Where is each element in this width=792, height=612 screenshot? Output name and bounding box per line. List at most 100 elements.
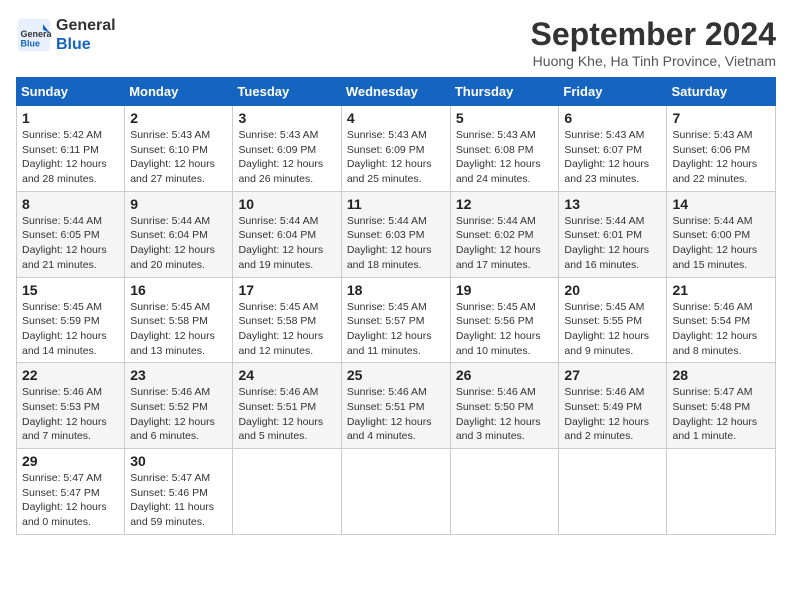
day-number: 1 [22,110,119,126]
calendar-cell: 25Sunrise: 5:46 AMSunset: 5:51 PMDayligh… [341,363,450,449]
calendar-week-row: 1 Sunrise: 5:42 AMSunset: 6:11 PMDaylight… [17,106,776,192]
day-info: Sunrise: 5:46 AMSunset: 5:49 PMDaylight:… [564,385,661,444]
weekday-header-tuesday: Tuesday [233,78,341,106]
day-info: Sunrise: 5:46 AMSunset: 5:52 PMDaylight:… [130,385,227,444]
weekday-header-sunday: Sunday [17,78,125,106]
logo: General Blue General Blue [16,16,116,54]
calendar-cell: 19 Sunrise: 5:45 AMSunset: 5:56 PMDayligh… [450,277,559,363]
day-number: 27 [564,367,661,383]
day-number: 6 [564,110,661,126]
day-info: Sunrise: 5:43 AMSunset: 6:08 PMDaylight:… [456,128,554,187]
day-number: 21 [672,282,770,298]
logo-text-blue: Blue [56,35,116,54]
day-number: 4 [347,110,445,126]
weekday-header-row: SundayMondayTuesdayWednesdayThursdayFrid… [17,78,776,106]
logo-text-general: General [56,16,116,35]
day-info: Sunrise: 5:43 AMSunset: 6:07 PMDaylight:… [564,128,661,187]
day-info: Sunrise: 5:44 AMSunset: 6:02 PMDaylight:… [456,214,554,273]
day-info: Sunrise: 5:47 AMSunset: 5:48 PMDaylight:… [672,385,770,444]
day-info: Sunrise: 5:44 AMSunset: 6:03 PMDaylight:… [347,214,445,273]
weekday-header-saturday: Saturday [667,78,776,106]
page-header: General Blue General Blue September 2024… [16,16,776,69]
calendar-cell: 16Sunrise: 5:45 AMSunset: 5:58 PMDayligh… [125,277,233,363]
calendar-cell: 6 Sunrise: 5:43 AMSunset: 6:07 PMDaylight… [559,106,667,192]
day-info: Sunrise: 5:46 AMSunset: 5:50 PMDaylight:… [456,385,554,444]
calendar-cell [450,449,559,535]
day-info: Sunrise: 5:43 AMSunset: 6:09 PMDaylight:… [238,128,335,187]
svg-text:Blue: Blue [21,39,41,49]
day-number: 23 [130,367,227,383]
location: Huong Khe, Ha Tinh Province, Vietnam [531,53,776,69]
weekday-header-monday: Monday [125,78,233,106]
calendar-week-row: 15Sunrise: 5:45 AMSunset: 5:59 PMDayligh… [17,277,776,363]
day-number: 22 [22,367,119,383]
day-number: 8 [22,196,119,212]
calendar-cell: 15Sunrise: 5:45 AMSunset: 5:59 PMDayligh… [17,277,125,363]
day-info: Sunrise: 5:42 AMSunset: 6:11 PMDaylight:… [22,128,119,187]
day-number: 5 [456,110,554,126]
day-info: Sunrise: 5:44 AMSunset: 6:04 PMDaylight:… [130,214,227,273]
calendar-cell: 13 Sunrise: 5:44 AMSunset: 6:01 PMDayligh… [559,191,667,277]
calendar-cell [341,449,450,535]
day-info: Sunrise: 5:46 AMSunset: 5:53 PMDaylight:… [22,385,119,444]
day-number: 26 [456,367,554,383]
day-info: Sunrise: 5:45 AMSunset: 5:58 PMDaylight:… [238,300,335,359]
calendar-cell: 3 Sunrise: 5:43 AMSunset: 6:09 PMDaylight… [233,106,341,192]
calendar-cell: 9 Sunrise: 5:44 AMSunset: 6:04 PMDaylight… [125,191,233,277]
day-info: Sunrise: 5:46 AMSunset: 5:51 PMDaylight:… [347,385,445,444]
calendar-cell: 12 Sunrise: 5:44 AMSunset: 6:02 PMDayligh… [450,191,559,277]
logo-icon: General Blue [16,17,52,53]
day-number: 12 [456,196,554,212]
day-info: Sunrise: 5:46 AMSunset: 5:51 PMDaylight:… [238,385,335,444]
calendar-cell: 29Sunrise: 5:47 AMSunset: 5:47 PMDayligh… [17,449,125,535]
month-title: September 2024 [531,16,776,53]
day-info: Sunrise: 5:47 AMSunset: 5:46 PMDaylight:… [130,471,227,530]
day-number: 28 [672,367,770,383]
calendar-cell [559,449,667,535]
calendar-cell: 5 Sunrise: 5:43 AMSunset: 6:08 PMDaylight… [450,106,559,192]
calendar-cell: 23 Sunrise: 5:46 AMSunset: 5:52 PMDayligh… [125,363,233,449]
day-info: Sunrise: 5:47 AMSunset: 5:47 PMDaylight:… [22,471,119,530]
day-number: 19 [456,282,554,298]
calendar-table: SundayMondayTuesdayWednesdayThursdayFrid… [16,77,776,535]
day-number: 14 [672,196,770,212]
day-info: Sunrise: 5:44 AMSunset: 6:04 PMDaylight:… [238,214,335,273]
day-number: 9 [130,196,227,212]
day-info: Sunrise: 5:45 AMSunset: 5:55 PMDaylight:… [564,300,661,359]
day-info: Sunrise: 5:46 AMSunset: 5:54 PMDaylight:… [672,300,770,359]
day-info: Sunrise: 5:44 AMSunset: 6:05 PMDaylight:… [22,214,119,273]
weekday-header-friday: Friday [559,78,667,106]
day-number: 16 [130,282,227,298]
calendar-cell: 24 Sunrise: 5:46 AMSunset: 5:51 PMDayligh… [233,363,341,449]
calendar-cell: 18Sunrise: 5:45 AMSunset: 5:57 PMDayligh… [341,277,450,363]
weekday-header-wednesday: Wednesday [341,78,450,106]
day-number: 3 [238,110,335,126]
day-info: Sunrise: 5:43 AMSunset: 6:06 PMDaylight:… [672,128,770,187]
day-number: 30 [130,453,227,469]
calendar-cell: 27 Sunrise: 5:46 AMSunset: 5:49 PMDayligh… [559,363,667,449]
calendar-cell [233,449,341,535]
calendar-cell: 8 Sunrise: 5:44 AMSunset: 6:05 PMDaylight… [17,191,125,277]
title-block: September 2024 Huong Khe, Ha Tinh Provin… [531,16,776,69]
day-info: Sunrise: 5:44 AMSunset: 6:01 PMDaylight:… [564,214,661,273]
day-number: 7 [672,110,770,126]
calendar-cell: 4Sunrise: 5:43 AMSunset: 6:09 PMDaylight… [341,106,450,192]
calendar-cell: 22 Sunrise: 5:46 AMSunset: 5:53 PMDayligh… [17,363,125,449]
calendar-cell: 26 Sunrise: 5:46 AMSunset: 5:50 PMDayligh… [450,363,559,449]
day-number: 10 [238,196,335,212]
calendar-cell [667,449,776,535]
day-info: Sunrise: 5:45 AMSunset: 5:56 PMDaylight:… [456,300,554,359]
day-number: 17 [238,282,335,298]
weekday-header-thursday: Thursday [450,78,559,106]
day-info: Sunrise: 5:43 AMSunset: 6:10 PMDaylight:… [130,128,227,187]
calendar-cell: 28 Sunrise: 5:47 AMSunset: 5:48 PMDayligh… [667,363,776,449]
calendar-cell: 14Sunrise: 5:44 AMSunset: 6:00 PMDayligh… [667,191,776,277]
day-number: 15 [22,282,119,298]
calendar-cell: 21 Sunrise: 5:46 AMSunset: 5:54 PMDayligh… [667,277,776,363]
day-number: 24 [238,367,335,383]
day-number: 13 [564,196,661,212]
calendar-cell: 17 Sunrise: 5:45 AMSunset: 5:58 PMDayligh… [233,277,341,363]
calendar-cell: 20Sunrise: 5:45 AMSunset: 5:55 PMDayligh… [559,277,667,363]
calendar-week-row: 29Sunrise: 5:47 AMSunset: 5:47 PMDayligh… [17,449,776,535]
calendar-cell: 2Sunrise: 5:43 AMSunset: 6:10 PMDaylight… [125,106,233,192]
